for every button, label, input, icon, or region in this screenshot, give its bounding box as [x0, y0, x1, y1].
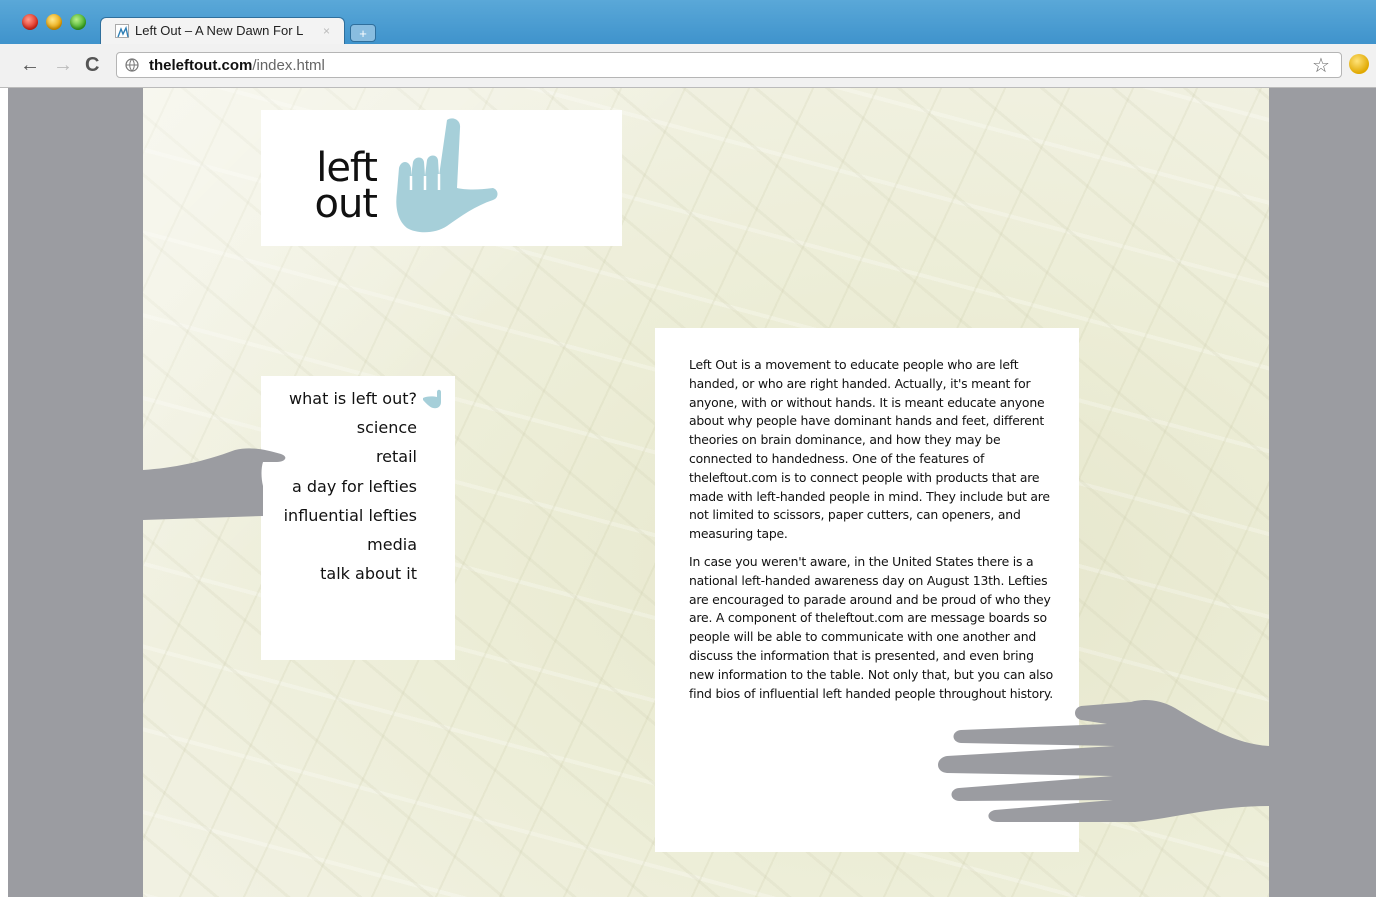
- tab-title: Left Out – A New Dawn For L: [135, 23, 304, 38]
- logo[interactable]: left out: [261, 110, 622, 246]
- crumpled-paper-background: left out what is left out? science retai…: [143, 88, 1269, 897]
- logo-text: left out: [313, 148, 378, 227]
- tab-close-icon[interactable]: ×: [323, 24, 330, 38]
- nav-item-a-day-for-lefties[interactable]: a day for lefties: [292, 477, 417, 496]
- nav-item-media[interactable]: media: [367, 535, 417, 554]
- logo-line-out: out: [314, 181, 378, 227]
- maximize-window-button[interactable]: [70, 14, 86, 30]
- forward-button[interactable]: →: [53, 55, 73, 75]
- bookmark-star-icon[interactable]: ☆: [1312, 53, 1330, 78]
- nav-item-retail[interactable]: retail: [376, 447, 417, 466]
- new-tab-button[interactable]: +: [350, 24, 376, 42]
- browser-tab[interactable]: Left Out – A New Dawn For L ×: [100, 17, 345, 44]
- reload-button[interactable]: C: [85, 55, 99, 75]
- nav-item-talk-about-it[interactable]: talk about it: [320, 564, 417, 583]
- address-bar[interactable]: theleftout.com/index.html: [116, 52, 1342, 78]
- about-paragraph-1: Left Out is a movement to educate people…: [689, 357, 1050, 542]
- browser-toolbar: ← → C theleftout.com/index.html: [0, 44, 1376, 88]
- site-navigation: what is left out? science retail a day f…: [261, 376, 455, 660]
- nav-item-influential-lefties[interactable]: influential lefties: [284, 506, 417, 525]
- globe-icon: [125, 58, 139, 72]
- page-viewport: left out what is left out? science retai…: [8, 88, 1376, 897]
- close-window-button[interactable]: [22, 14, 38, 30]
- about-paragraph-2: In case you weren't aware, in the United…: [689, 554, 1054, 701]
- url-text: theleftout.com/index.html: [149, 57, 325, 74]
- pointing-hand-icon: [423, 389, 441, 409]
- gray-hand-left-illustration: [143, 448, 286, 520]
- extension-icon[interactable]: [1349, 54, 1369, 74]
- minimize-window-button[interactable]: [46, 14, 62, 30]
- back-button[interactable]: ←: [20, 55, 40, 75]
- l-hand-icon: [396, 118, 498, 233]
- nav-item-what-is-left-out[interactable]: what is left out?: [289, 389, 417, 408]
- nav-item-science[interactable]: science: [357, 418, 417, 437]
- gray-hand-right-illustration: [938, 700, 1269, 822]
- url-path: /index.html: [252, 57, 325, 74]
- favicon-icon: [115, 24, 129, 38]
- browser-titlebar: Left Out – A New Dawn For L × +: [0, 0, 1376, 44]
- url-domain: theleftout.com: [149, 57, 253, 74]
